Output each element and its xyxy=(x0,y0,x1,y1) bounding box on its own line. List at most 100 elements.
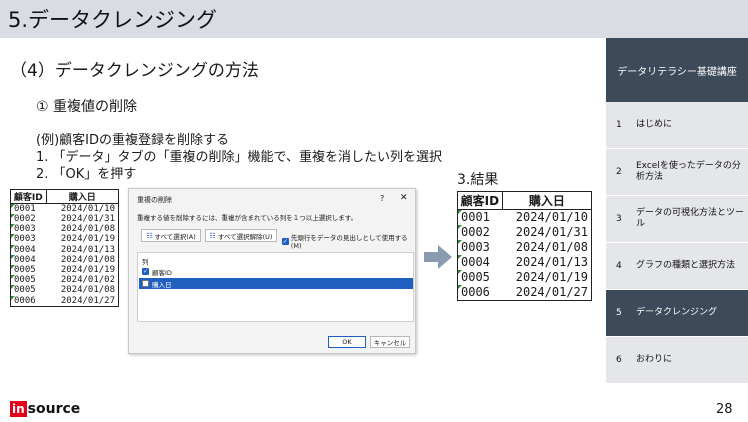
columns-list: 列 ✓ 顧客ID 購入日 xyxy=(137,252,414,322)
result-label: 3.結果 xyxy=(457,172,499,188)
sidebar-item-visualization[interactable]: 3 データの可視化方法とツール xyxy=(606,196,748,242)
column-header-purchase-date: 購入日 xyxy=(45,189,120,204)
slide-header: 5.データクレンジング xyxy=(0,0,748,38)
ok-button[interactable]: OK xyxy=(328,336,366,348)
sidebar-item-label: おわりに xyxy=(636,354,673,365)
dialog-title: 重複の削除 xyxy=(137,196,172,204)
sidebar-item-intro[interactable]: 1 はじめに xyxy=(606,102,748,148)
customer-id-label: 顧客ID xyxy=(152,268,172,277)
header-row-option[interactable]: ✓ 先頭行をデータの見出しとして使用する(M) xyxy=(282,232,415,250)
sidebar-item-label: はじめに xyxy=(636,119,673,130)
table-row: 0002 2024/01/31 xyxy=(457,225,592,240)
table-row: 0005 2024/01/02 xyxy=(10,275,119,285)
customer-id-cell: 0005 xyxy=(457,270,503,285)
sidebar-item-closing[interactable]: 6 おわりに xyxy=(606,337,748,383)
table-row: 0003 2024/01/19 xyxy=(10,234,119,245)
result-header-customer-id: 顧客ID xyxy=(457,191,503,210)
sidebar-item-excel-analysis[interactable]: 2 Excelを使ったデータの分析方法 xyxy=(606,149,748,195)
columns-list-header: 列 xyxy=(142,258,149,266)
customer-id-cell: 0003 xyxy=(457,240,503,255)
header-row-checkbox[interactable]: ✓ xyxy=(282,237,289,245)
table-row: 0003 2024/01/08 xyxy=(10,224,119,235)
customer-id-checkbox[interactable]: ✓ xyxy=(142,268,149,275)
source-table: 顧客ID 購入日 0001 2024/01/10 0002 2024/01/31 000… xyxy=(10,189,120,307)
customer-id-cell: 0004 xyxy=(10,254,47,265)
point-heading: ① 重複値の削除 xyxy=(36,99,138,115)
purchase-date-cell: 2024/01/31 xyxy=(515,225,588,239)
table-row: 0003 2024/01/08 xyxy=(457,240,592,255)
logo-mark: in xyxy=(10,401,27,417)
table-row: 0004 2024/01/13 xyxy=(10,244,119,255)
purchase-date-cell: 2024/01/13 xyxy=(515,255,588,269)
section-subtitle: （4）データクレンジングの方法 xyxy=(10,61,259,81)
list-item-purchase-date[interactable]: 購入日 xyxy=(139,278,413,289)
customer-id-cell: 0001 xyxy=(457,209,503,226)
remove-duplicates-dialog: 重複の削除 ? ✕ 重複する値を削除するには、重複が含まれている列を１つ以上選択… xyxy=(128,188,416,354)
customer-id-cell: 0006 xyxy=(457,285,503,301)
customer-id-cell: 0005 xyxy=(10,264,47,275)
cancel-button[interactable]: キャンセル xyxy=(370,336,410,348)
purchase-date-cell: 2024/01/13 xyxy=(60,244,115,255)
sidebar-item-graph-types[interactable]: 4 グラフの種類と選択方法 xyxy=(606,243,748,289)
purchase-date-cell: 2024/01/27 xyxy=(515,285,588,299)
customer-id-cell: 0001 xyxy=(10,203,47,215)
customer-id-cell: 0002 xyxy=(457,225,503,240)
result-header-purchase-date: 購入日 xyxy=(501,191,593,210)
header-row-option-label: 先頭行をデータの見出しとして使用する(M) xyxy=(290,234,408,250)
insource-logo: in source xyxy=(10,400,80,418)
sidebar-item-label: データの可視化方法とツール xyxy=(636,208,745,229)
table-row: 0005 2024/01/19 xyxy=(457,270,592,285)
select-all-button[interactable]: ☷ すべて選択(A) xyxy=(141,229,201,242)
purchase-date-cell: 2024/01/08 xyxy=(60,285,115,296)
dialog-description: 重複する値を削除するには、重複が含まれている列を１つ以上選択します。 xyxy=(137,214,358,222)
logo-text: source xyxy=(27,401,81,417)
table-row: 0004 2024/01/13 xyxy=(457,255,592,270)
purchase-date-label: 購入日 xyxy=(152,280,172,289)
course-title: データリテラシー基礎講座 xyxy=(606,38,748,102)
table-row: 0006 2024/01/27 xyxy=(10,295,119,307)
list-item-customer-id[interactable]: ✓ 顧客ID xyxy=(139,266,413,277)
source-table-body: 0001 2024/01/10 0002 2024/01/31 0003 2024/01/… xyxy=(10,203,119,307)
purchase-date-cell: 2024/01/08 xyxy=(60,254,115,265)
example-line-3: 2. 「OK」を押す xyxy=(36,167,137,182)
customer-id-cell: 0002 xyxy=(10,214,47,224)
unselect-all-label: すべて選択解除(U) xyxy=(217,232,273,241)
sidebar-item-data-cleansing[interactable]: 5 データクレンジング xyxy=(606,290,748,336)
purchase-date-cell: 2024/01/08 xyxy=(515,240,588,254)
table-row: 0005 2024/01/19 xyxy=(10,264,119,276)
sidebar-item-label: データクレンジング xyxy=(636,307,718,318)
slide-title: 5.データクレンジング xyxy=(8,8,218,32)
customer-id-cell: 0003 xyxy=(10,234,47,244)
purchase-date-cell: 2024/01/19 xyxy=(515,270,588,284)
result-table-body: 0001 2024/01/10 0002 2024/01/31 0003 2024/01/… xyxy=(457,209,592,301)
sidebar-item-number: 1 xyxy=(616,120,622,130)
help-icon[interactable]: ? xyxy=(380,194,384,203)
close-icon[interactable]: ✕ xyxy=(400,193,408,203)
purchase-date-cell: 2024/01/19 xyxy=(60,265,115,276)
purchase-date-cell: 2024/01/08 xyxy=(60,224,115,235)
customer-id-cell: 0005 xyxy=(10,285,47,295)
purchase-date-checkbox[interactable] xyxy=(142,280,149,287)
table-row: 0001 2024/01/10 xyxy=(457,209,592,226)
customer-id-cell: 0006 xyxy=(10,295,47,307)
unselect-all-icon: ☷ xyxy=(209,231,216,240)
customer-id-cell: 0003 xyxy=(10,224,47,234)
select-all-icon: ☷ xyxy=(146,231,153,240)
table-row: 0006 2024/01/27 xyxy=(457,285,592,301)
sidebar-item-number: 2 xyxy=(616,167,622,177)
customer-id-cell: 0005 xyxy=(10,275,47,285)
course-sidebar: データリテラシー基礎講座 1 はじめに 2 Excelを使ったデータの分析方法 … xyxy=(606,38,748,388)
example-line-1: (例)顧客IDの重複登録を削除する xyxy=(36,133,229,148)
unselect-all-button[interactable]: ☷ すべて選択解除(U) xyxy=(205,229,277,242)
table-row: 0001 2024/01/10 xyxy=(10,203,119,215)
table-row: 0004 2024/01/08 xyxy=(10,254,119,265)
customer-id-cell: 0004 xyxy=(457,255,503,270)
sidebar-item-number: 6 xyxy=(616,355,622,365)
purchase-date-cell: 2024/01/19 xyxy=(60,234,115,245)
sidebar-item-number: 4 xyxy=(616,261,622,271)
column-header-customer-id: 顧客ID xyxy=(10,189,47,204)
customer-id-cell: 0004 xyxy=(10,244,47,255)
sidebar-item-number: 3 xyxy=(616,214,622,224)
purchase-date-cell: 2024/01/27 xyxy=(60,295,115,306)
purchase-date-cell: 2024/01/31 xyxy=(60,214,115,225)
